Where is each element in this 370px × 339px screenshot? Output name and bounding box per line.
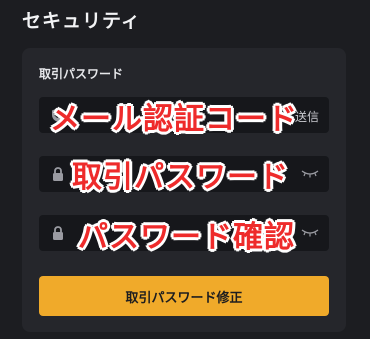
section-label: 取引パスワード xyxy=(39,67,124,81)
annotation-email-code: メール認証コード xyxy=(50,102,298,137)
eye-closed-icon[interactable] xyxy=(301,228,319,238)
eye-closed-icon[interactable] xyxy=(301,169,319,179)
lock-icon xyxy=(53,167,63,181)
annotation-confirm-password: パスワード確認 xyxy=(78,220,295,255)
annotation-trade-password: 取引パスワード xyxy=(72,160,289,195)
lock-icon xyxy=(53,226,63,240)
send-code-button[interactable]: 送信 xyxy=(295,108,319,125)
modify-trade-password-button[interactable]: 取引パスワード修正 xyxy=(39,276,329,316)
page-title: セキュリティ xyxy=(22,10,141,32)
